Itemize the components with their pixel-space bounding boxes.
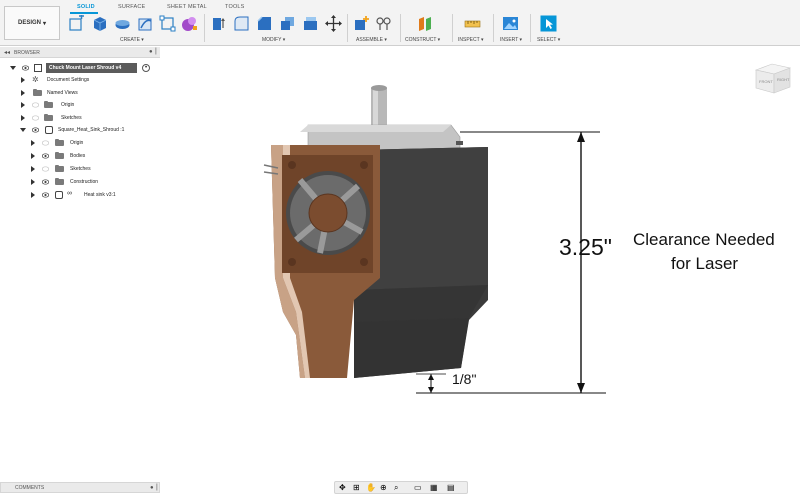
- fan-screw-hole: [288, 258, 296, 266]
- fan-screw-hole: [360, 258, 368, 266]
- gap-dimension-label: 1/8": [452, 371, 477, 387]
- orbit-icon[interactable]: ✥: [339, 484, 348, 492]
- zoom-icon[interactable]: ⊕: [380, 484, 389, 492]
- spindle-top: [371, 85, 387, 91]
- fan-screw-hole: [360, 161, 368, 169]
- top-tab: [456, 141, 463, 145]
- look-at-icon[interactable]: ⊞: [353, 484, 362, 492]
- fusion-window: DESIGN ▾ SOLID SURFACE SHEET METAL TOOLS…: [0, 0, 800, 499]
- viewports-icon[interactable]: ▤: [447, 484, 456, 492]
- pan-icon[interactable]: ✋: [366, 484, 376, 492]
- navigation-bar: ✥ ⊞ ✋ ⊕ ⌕ ▭ ▦ ▤: [334, 481, 468, 494]
- fit-icon[interactable]: ⌕: [394, 484, 403, 492]
- add-comment-icon[interactable]: ●: [150, 485, 154, 491]
- view-cube[interactable]: FRONT RIGHT: [752, 60, 794, 96]
- clearance-note-line1: Clearance Needed: [633, 230, 775, 249]
- clearance-note-line2: for Laser: [671, 254, 739, 273]
- height-dimension-label: 3.25": [559, 234, 612, 260]
- fan-screw-hole: [288, 161, 296, 169]
- comments-panel[interactable]: COMMENTS ● |: [0, 482, 160, 493]
- display-settings-icon[interactable]: ▭: [414, 484, 423, 492]
- grid-settings-icon[interactable]: ▦: [430, 484, 439, 492]
- mount-plate-top: [300, 125, 451, 132]
- view-cube-front[interactable]: FRONT: [759, 79, 773, 84]
- comments-title: COMMENTS: [15, 485, 45, 491]
- view-cube-right[interactable]: RIGHT: [777, 77, 790, 82]
- shroud-lower: [354, 318, 469, 378]
- fan-hub: [308, 193, 348, 233]
- panel-pin-icon[interactable]: |: [156, 484, 158, 491]
- shroud-taper: [354, 285, 488, 322]
